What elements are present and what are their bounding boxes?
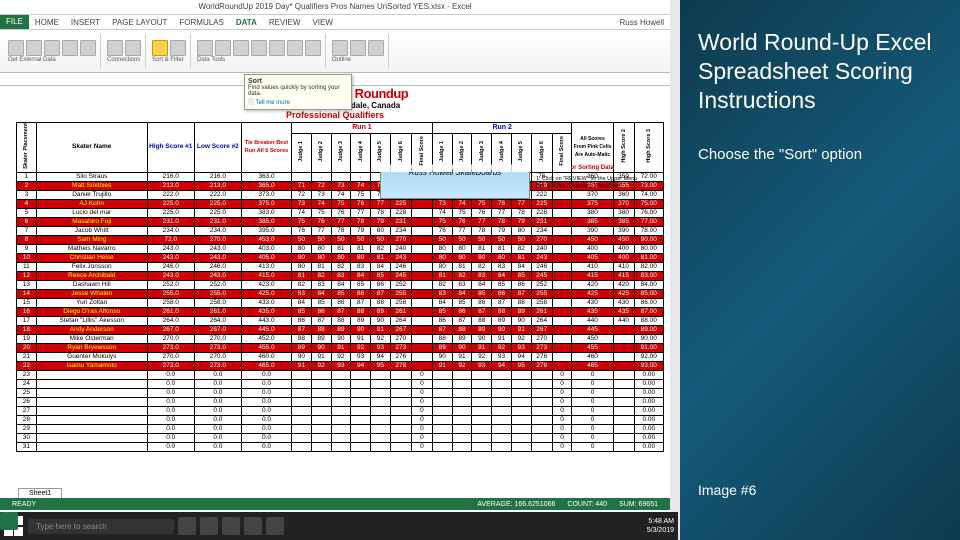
table-row[interactable]: 20Ryan Bryewsson 273.0273.0455.0 8990919… <box>17 343 664 352</box>
filter-button[interactable] <box>170 40 186 56</box>
user-label: Russ Howell <box>614 18 670 27</box>
tab-home[interactable]: HOME <box>29 18 65 27</box>
table-row[interactable]: 7Jacob Whitt 234.0234.0395.0 76777879802… <box>17 226 664 235</box>
table-row[interactable]: 6Masahiro Fuji 231.0231.0385.0 757677787… <box>17 217 664 226</box>
table-row[interactable]: 250.00.00.0 00 00.00 <box>17 388 664 397</box>
tab-data[interactable]: DATA <box>230 18 263 27</box>
table-row[interactable]: 240.00.00.0 00 00.00 <box>17 379 664 388</box>
from-web-icon[interactable] <box>26 40 42 56</box>
worksheet: World Freestyle Roundup May 17, 2019 • C… <box>0 86 670 452</box>
tab-view[interactable]: VIEW <box>306 18 338 27</box>
table-row[interactable]: 270.00.00.0 00 00.00 <box>17 406 664 415</box>
subtotal-icon[interactable] <box>368 40 384 56</box>
existing-conn-icon[interactable] <box>80 40 96 56</box>
table-row[interactable]: 5Lucio del mar 225.0225.0383.0 747576777… <box>17 208 664 217</box>
table-row[interactable]: 290.00.00.0 00 00.00 <box>17 424 664 433</box>
tab-pagelayout[interactable]: PAGE LAYOUT <box>106 18 173 27</box>
consolidate-icon[interactable] <box>269 40 285 56</box>
validation-icon[interactable] <box>251 40 267 56</box>
ribbon-tabs: FILE HOME INSERT PAGE LAYOUT FORMULAS DA… <box>0 15 670 30</box>
table-row[interactable]: 3Daniel Trujillo 222.0222.0373.0 7273747… <box>17 190 664 199</box>
table-row[interactable]: 310.00.00.0 00 00.00 <box>17 442 664 451</box>
image-number: Image #6 <box>698 482 756 498</box>
table-row[interactable]: 10Christian Heise 243.0243.0405.0 808080… <box>17 253 664 262</box>
tab-review[interactable]: REVIEW <box>263 18 307 27</box>
excel-window: WorldRoundUp 2019 Day* Qualifiers Pros N… <box>0 0 670 540</box>
remove-dup-icon[interactable] <box>233 40 249 56</box>
taskbar-search[interactable]: Type here to search <box>28 519 174 534</box>
slide-instruction: Choose the "Sort" option <box>698 146 942 163</box>
table-row[interactable]: 22Isamu Yamamoto 273.0273.0465.0 9192939… <box>17 361 664 370</box>
refresh-icon[interactable] <box>107 40 123 56</box>
table-row[interactable]: 13Dashawn Hill 252.0252.0423.0 828384858… <box>17 280 664 289</box>
taskbar: Type here to search 5:48 AM5/3/2019 <box>0 512 678 540</box>
ribbon-group-outline: Outline <box>328 34 389 68</box>
table-row[interactable]: 300.00.00.0 00 00.00 <box>17 433 664 442</box>
table-row[interactable]: 280.00.00.0 00 00.00 <box>17 415 664 424</box>
table-row[interactable]: 4AJ Kohn 225.0225.0375.0 7374757677225 7… <box>17 199 664 208</box>
ribbon-group-external: Get External Data <box>4 34 101 68</box>
scores-table[interactable]: Skater Placement Skater Name High Score … <box>16 122 664 452</box>
word-icon[interactable] <box>266 517 284 535</box>
window-title: WorldRoundUp 2019 Day* Qualifiers Pros N… <box>0 0 670 15</box>
relationships-icon[interactable] <box>305 40 321 56</box>
store-icon[interactable] <box>244 517 262 535</box>
edge-icon[interactable] <box>200 517 218 535</box>
table-row[interactable]: 16Diego D'ras Alfonso 261.0261.0435.0 85… <box>17 307 664 316</box>
ribbon-group-sort: Sort & Filter <box>148 34 191 68</box>
ribbon-group-tools: Data Tools <box>193 34 326 68</box>
table-row[interactable]: 15Yuri Zoltan 258.0258.0433.0 8485868788… <box>17 298 664 307</box>
group-icon[interactable] <box>332 40 348 56</box>
other-sources-icon[interactable] <box>62 40 78 56</box>
table-row[interactable]: 11Felix Jonsson 246.0246.0413.0 80818283… <box>17 262 664 271</box>
flash-fill-icon[interactable] <box>215 40 231 56</box>
status-bar: READY AVERAGE: 166.6251066 COUNT: 440 SU… <box>0 498 670 510</box>
table-row[interactable]: 8Sam Ming 72.0270.0453.0 5050505050270 5… <box>17 235 664 244</box>
directions-steps: 1. Click on "REVIEW" on the Upper Menu B… <box>536 176 644 190</box>
table-row[interactable]: 17Stefan "Lillis" Åkesson 264.0264.0443.… <box>17 316 664 325</box>
from-text-icon[interactable] <box>44 40 60 56</box>
ungroup-icon[interactable] <box>350 40 366 56</box>
task-view-icon[interactable] <box>178 517 196 535</box>
tab-formulas[interactable]: FORMULAS <box>173 18 229 27</box>
sort-tooltip: Sort Find values quickly by sorting your… <box>244 74 352 110</box>
whatif-icon[interactable] <box>287 40 303 56</box>
slide-text-panel: World Round-Up Excel Spreadsheet Scoring… <box>680 0 960 540</box>
table-row[interactable]: 230.00.00.0 00 00.00 <box>17 370 664 379</box>
sort-button[interactable] <box>152 40 168 56</box>
excel-icon[interactable] <box>0 512 18 530</box>
ribbon: Get External Data Connections Sort & Fil… <box>0 30 670 73</box>
table-row[interactable]: 9Matheis Navarro 243.0243.0403.0 8080818… <box>17 244 664 253</box>
sheet-qualifiers: Professional Qualifiers <box>0 110 670 120</box>
ribbon-group-connections: Connections <box>103 34 146 68</box>
table-row[interactable]: 260.00.00.0 00 00.00 <box>17 397 664 406</box>
slide-title: World Round-Up Excel Spreadsheet Scoring… <box>698 28 942 114</box>
table-row[interactable]: 12Reece Archibald 243.0243.0415.0 818283… <box>17 271 664 280</box>
table-row[interactable]: 14Jesse Whalen 255.0255.0425.0 838485868… <box>17 289 664 298</box>
text-to-columns-icon[interactable] <box>197 40 213 56</box>
taskbar-clock[interactable]: 5:48 AM5/3/2019 <box>647 517 674 535</box>
tab-insert[interactable]: INSERT <box>65 18 106 27</box>
table-row[interactable]: 18Andy Anderson 267.0267.0445.0 87888990… <box>17 325 664 334</box>
from-access-icon[interactable] <box>8 40 24 56</box>
connections-icon[interactable] <box>125 40 141 56</box>
tab-file[interactable]: FILE <box>0 15 29 29</box>
table-row[interactable]: 21Guenter Mokulys 270.0270.0460.0 909192… <box>17 352 664 361</box>
sheet-tab[interactable]: Sheet1 <box>18 488 62 498</box>
table-row[interactable]: 19Mike Osterman 270.0270.0452.0 88899091… <box>17 334 664 343</box>
explorer-icon[interactable] <box>222 517 240 535</box>
